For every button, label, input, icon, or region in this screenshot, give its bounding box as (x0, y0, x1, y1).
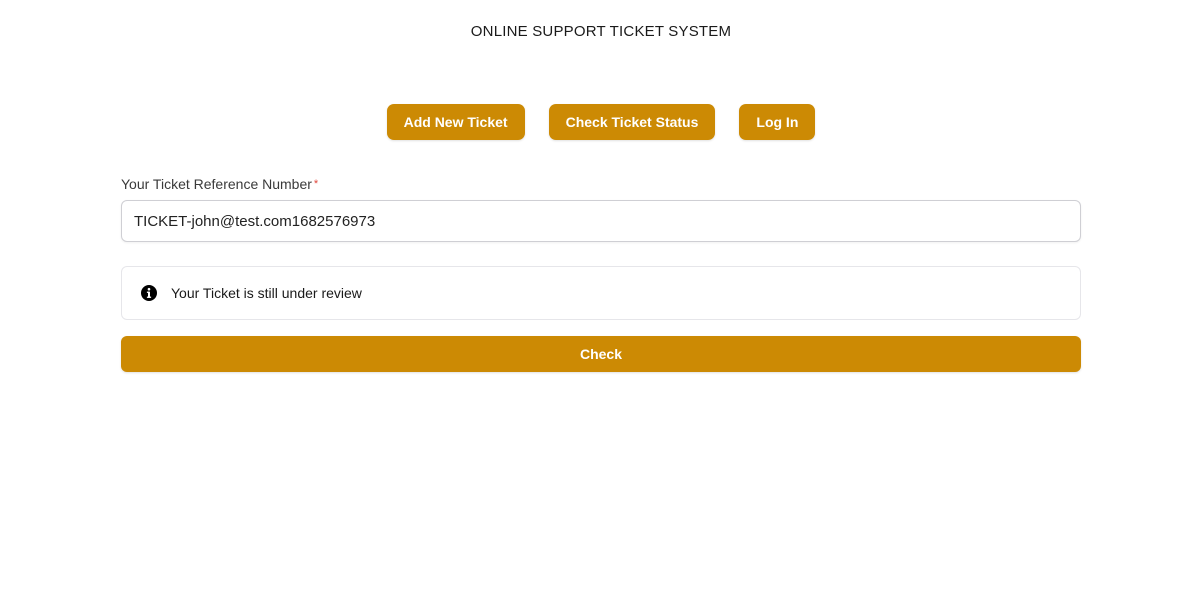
log-in-button[interactable]: Log In (739, 104, 816, 140)
page: ONLINE SUPPORT TICKET SYSTEM Add New Tic… (0, 0, 1202, 607)
nav-bar: Add New Ticket Check Ticket Status Log I… (0, 104, 1202, 140)
check-ticket-status-button[interactable]: Check Ticket Status (548, 104, 716, 140)
reference-number-label-text: Your Ticket Reference Number (121, 176, 312, 192)
add-new-ticket-button[interactable]: Add New Ticket (386, 104, 525, 140)
page-title: ONLINE SUPPORT TICKET SYSTEM (470, 23, 732, 40)
reference-number-label: Your Ticket Reference Number * (121, 174, 1081, 194)
required-marker: * (313, 178, 319, 190)
status-message: Your Ticket is still under review (171, 285, 362, 301)
ticket-reference-input[interactable] (121, 200, 1081, 242)
info-circle-icon (140, 284, 158, 302)
status-alert: Your Ticket is still under review (121, 266, 1081, 320)
check-button[interactable]: Check (121, 336, 1081, 372)
ticket-status-form: Your Ticket Reference Number* Your Ticke… (121, 174, 1081, 372)
